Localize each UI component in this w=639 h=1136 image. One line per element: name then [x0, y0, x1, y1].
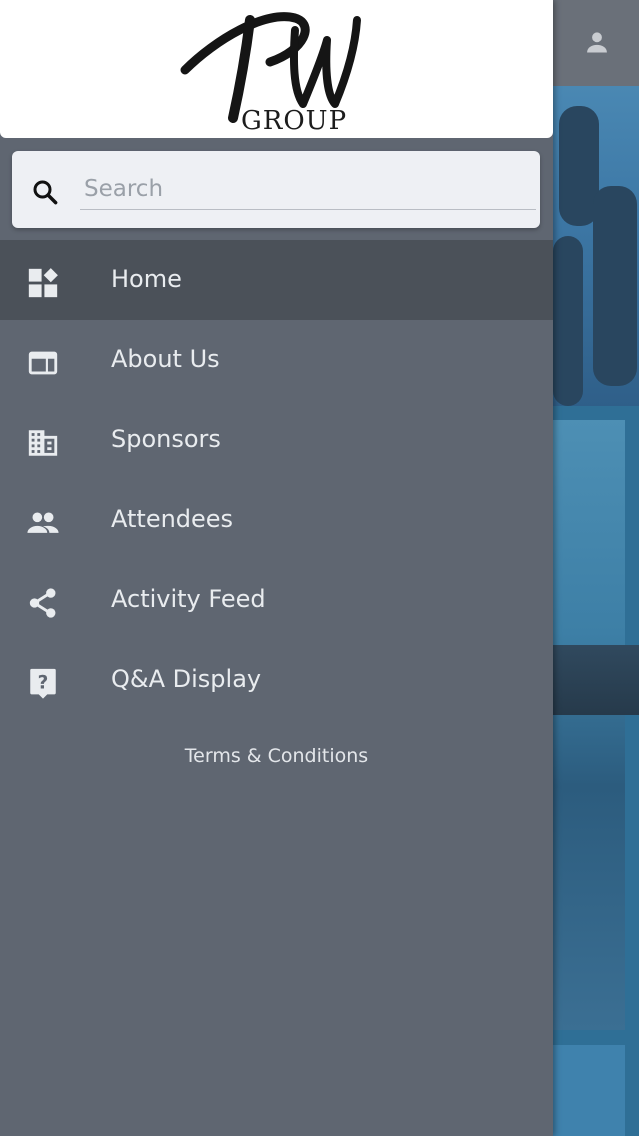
nav-item-label: Q&A Display: [111, 665, 262, 693]
nav-menu: Home About Us Sponsors Attendees Activit…: [0, 240, 553, 720]
nav-item-label: Attendees: [111, 505, 234, 533]
nav-item-sponsors[interactable]: Sponsors: [0, 400, 553, 480]
logo-header: GROUP: [0, 0, 553, 138]
nav-item-home[interactable]: Home: [0, 240, 553, 320]
nav-item-attendees[interactable]: Attendees: [0, 480, 553, 560]
nav-item-activity-feed[interactable]: Activity Feed: [0, 560, 553, 640]
people-icon: [27, 512, 59, 533]
nav-item-label: Activity Feed: [111, 585, 266, 613]
search-input[interactable]: [80, 169, 536, 210]
building-icon: [28, 430, 58, 456]
search-bar: [12, 151, 540, 228]
event-photo: [553, 86, 639, 406]
terms-and-conditions-link[interactable]: Terms & Conditions: [0, 745, 553, 767]
navigation-drawer: GROUP Home About Us: [0, 0, 553, 1136]
share-icon: [29, 588, 56, 618]
logo-group-text: GROUP: [241, 106, 348, 136]
nav-item-label: Home: [111, 265, 182, 293]
dashboard-icon: [28, 268, 58, 298]
background-content: [553, 0, 639, 1136]
banner-photo: [553, 1045, 625, 1136]
nav-item-qa-display[interactable]: ? Q&A Display: [0, 640, 553, 720]
terms-label: Terms & Conditions: [184, 745, 369, 767]
web-page-icon: [28, 351, 58, 375]
question-answer-icon: ?: [30, 668, 56, 699]
search-icon: [33, 180, 58, 205]
venue-photo-horizon: [553, 645, 639, 715]
nav-item-label: Sponsors: [111, 425, 221, 453]
svg-text:?: ?: [38, 673, 49, 694]
nav-item-label: About Us: [111, 345, 220, 373]
person-icon[interactable]: [583, 28, 611, 56]
nav-item-about-us[interactable]: About Us: [0, 320, 553, 400]
venue-photo: [553, 420, 625, 1030]
